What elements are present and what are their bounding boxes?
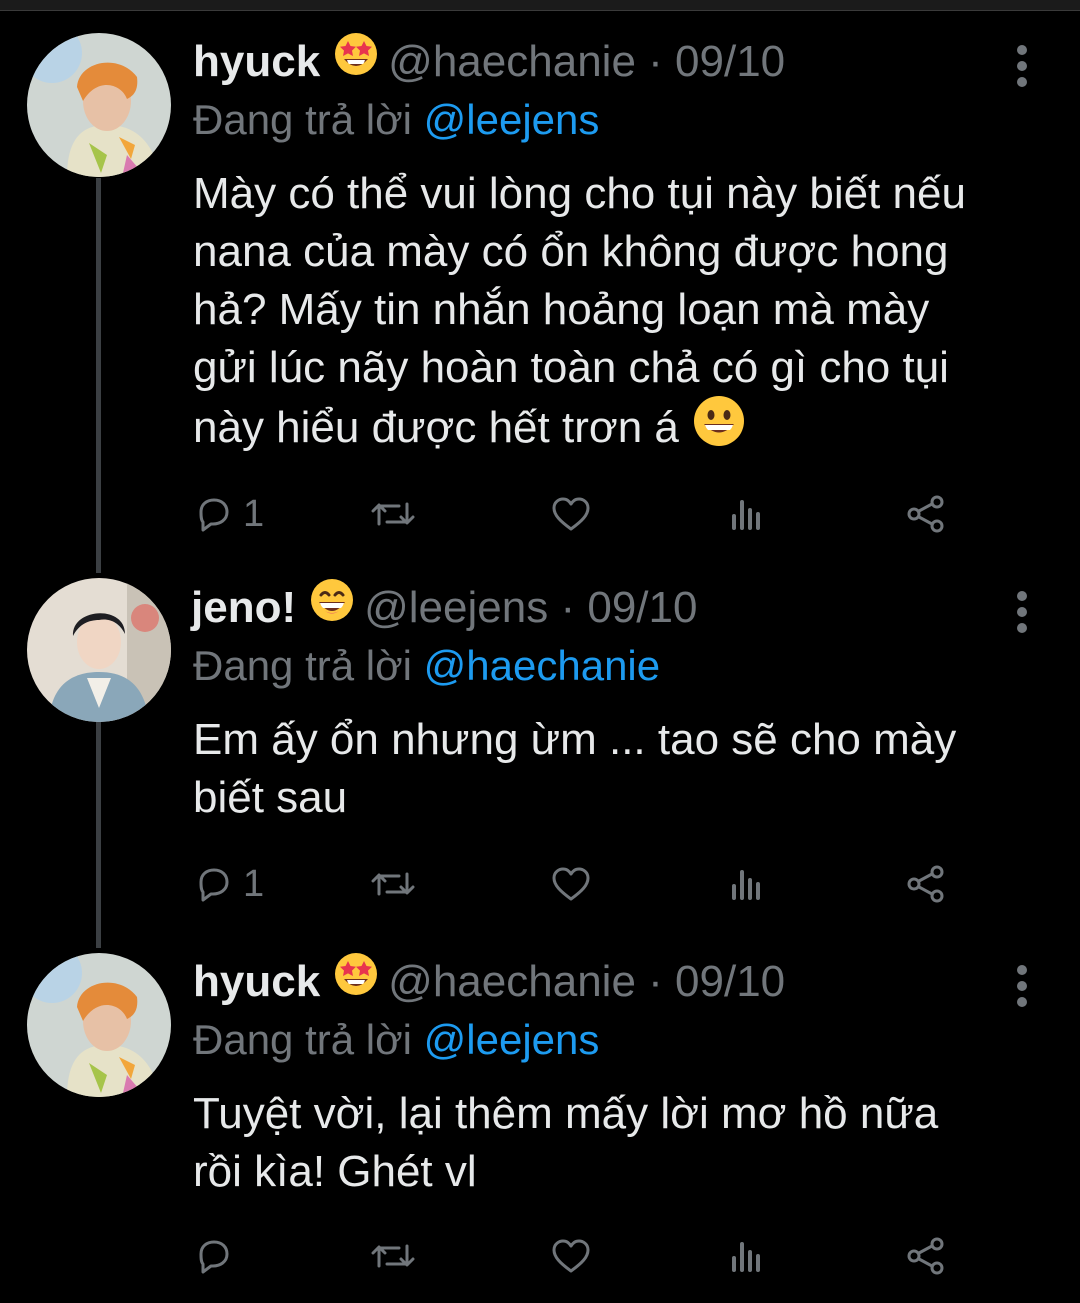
like-button[interactable] [550, 490, 602, 538]
display-name[interactable]: hyuck [193, 37, 320, 86]
share-button[interactable] [905, 1232, 947, 1280]
retweet-icon [371, 502, 415, 526]
tweet-text-line: này hiểu được hết trơn á [193, 395, 1053, 464]
mention-link[interactable]: @leejens [424, 1016, 600, 1063]
replying-prefix: Đang trả lời [193, 96, 412, 143]
replying-to: Đang trả lời @leejens [193, 96, 599, 144]
tweet-text-line: biết sau [193, 773, 348, 822]
tweet-actions: 1 [193, 860, 953, 908]
separator-dot: · [648, 957, 663, 1006]
thread-connector [96, 722, 101, 948]
tweet-text: Mày có thể vui lòng cho tụi này biết nếu… [193, 165, 1053, 464]
analytics-icon [732, 1242, 760, 1272]
star-struck-emoji [334, 32, 378, 88]
tweet-header: hyuck @haechanie · 09/10 [193, 33, 785, 88]
mention-link[interactable]: @leejens [424, 96, 600, 143]
avatar[interactable] [27, 33, 171, 177]
share-button[interactable] [905, 860, 947, 908]
avatar[interactable] [27, 953, 171, 1097]
display-name[interactable]: hyuck [193, 957, 320, 1006]
tweet-date[interactable]: 09/10 [675, 957, 785, 1006]
share-icon [907, 495, 944, 533]
tweet-actions: 1 [193, 490, 953, 538]
mention-link[interactable]: @haechanie [424, 642, 660, 689]
reply-icon [199, 868, 229, 902]
more-options-icon[interactable] [1012, 45, 1032, 93]
more-options-icon[interactable] [1012, 965, 1032, 1013]
like-icon [552, 867, 590, 901]
share-button[interactable] [905, 490, 947, 538]
avatar[interactable] [27, 578, 171, 722]
grinning-face-emoji [693, 395, 745, 462]
analytics-button[interactable] [730, 490, 766, 538]
reply-icon [199, 498, 229, 532]
tweet-text-line: rồi kìa! Ghét vl [193, 1147, 477, 1196]
replying-to: Đang trả lời @haechanie [193, 642, 660, 690]
like-button[interactable] [550, 1232, 602, 1280]
analytics-button[interactable] [730, 860, 766, 908]
separator-dot: · [648, 37, 663, 86]
tweet-date[interactable]: 09/10 [587, 583, 697, 632]
reply-count: 1 [243, 492, 265, 535]
reply-count: 1 [243, 862, 265, 905]
tweet-header: jeno! @leejens · 09/10 [191, 579, 697, 634]
tweet-text-line: Mày có thể vui lòng cho tụi này biết nếu [193, 169, 966, 218]
tweet-text-line: Em ấy ổn nhưng ừm ... tao sẽ cho mày [193, 715, 957, 764]
display-name[interactable]: jeno! [191, 583, 296, 632]
tweet-text-line: nana của mày có ổn không được hong [193, 227, 949, 276]
more-options-icon[interactable] [1012, 591, 1032, 639]
retweet-button[interactable] [369, 490, 427, 538]
like-icon [552, 497, 590, 531]
tweet-header: hyuck @haechanie · 09/10 [193, 953, 785, 1008]
tweet-actions [193, 1232, 953, 1280]
retweet-button[interactable] [369, 1232, 427, 1280]
retweet-icon [371, 872, 415, 896]
replying-prefix: Đang trả lời [193, 1016, 412, 1063]
reply-button[interactable] [193, 1232, 243, 1280]
analytics-button[interactable] [730, 1232, 766, 1280]
handle[interactable]: @haechanie [388, 957, 636, 1006]
analytics-icon [732, 500, 760, 530]
handle[interactable]: @leejens [364, 583, 548, 632]
grinning-squinting-emoji [310, 578, 354, 634]
like-icon [552, 1239, 590, 1273]
star-struck-emoji [334, 952, 378, 1008]
retweet-button[interactable] [369, 860, 427, 908]
share-icon [907, 865, 944, 903]
reply-button[interactable]: 1 [193, 860, 264, 908]
tweet-date[interactable]: 09/10 [675, 37, 785, 86]
like-button[interactable] [550, 860, 602, 908]
handle[interactable]: @haechanie [388, 37, 636, 86]
share-icon [907, 1237, 944, 1275]
reply-icon [199, 1240, 229, 1274]
tweet-text-line: gửi lúc nãy hoàn toàn chả có gì cho tụi [193, 343, 949, 392]
separator-dot: · [560, 583, 576, 632]
retweet-icon [371, 1244, 415, 1268]
tweet-text-line: hả? Mấy tin nhắn hoảng loạn mà mày [193, 285, 930, 334]
replying-to: Đang trả lời @leejens [193, 1016, 599, 1064]
tweet-1[interactable]: hyuck @haechanie · 09/10 Đang trả lời @l… [0, 0, 1080, 560]
tweet-text: Tuyệt vời, lại thêm mấy lời mơ hồ nữa rồ… [193, 1085, 1053, 1201]
analytics-icon [732, 870, 760, 900]
replying-prefix: Đang trả lời [193, 642, 412, 689]
tweet-text-line-content: này hiểu được hết trơn á [193, 403, 679, 453]
tweet-text: Em ấy ổn nhưng ừm ... tao sẽ cho mày biế… [193, 711, 1053, 827]
tweet-text-line: Tuyệt vời, lại thêm mấy lời mơ hồ nữa [193, 1089, 939, 1138]
reply-button[interactable]: 1 [193, 490, 264, 538]
